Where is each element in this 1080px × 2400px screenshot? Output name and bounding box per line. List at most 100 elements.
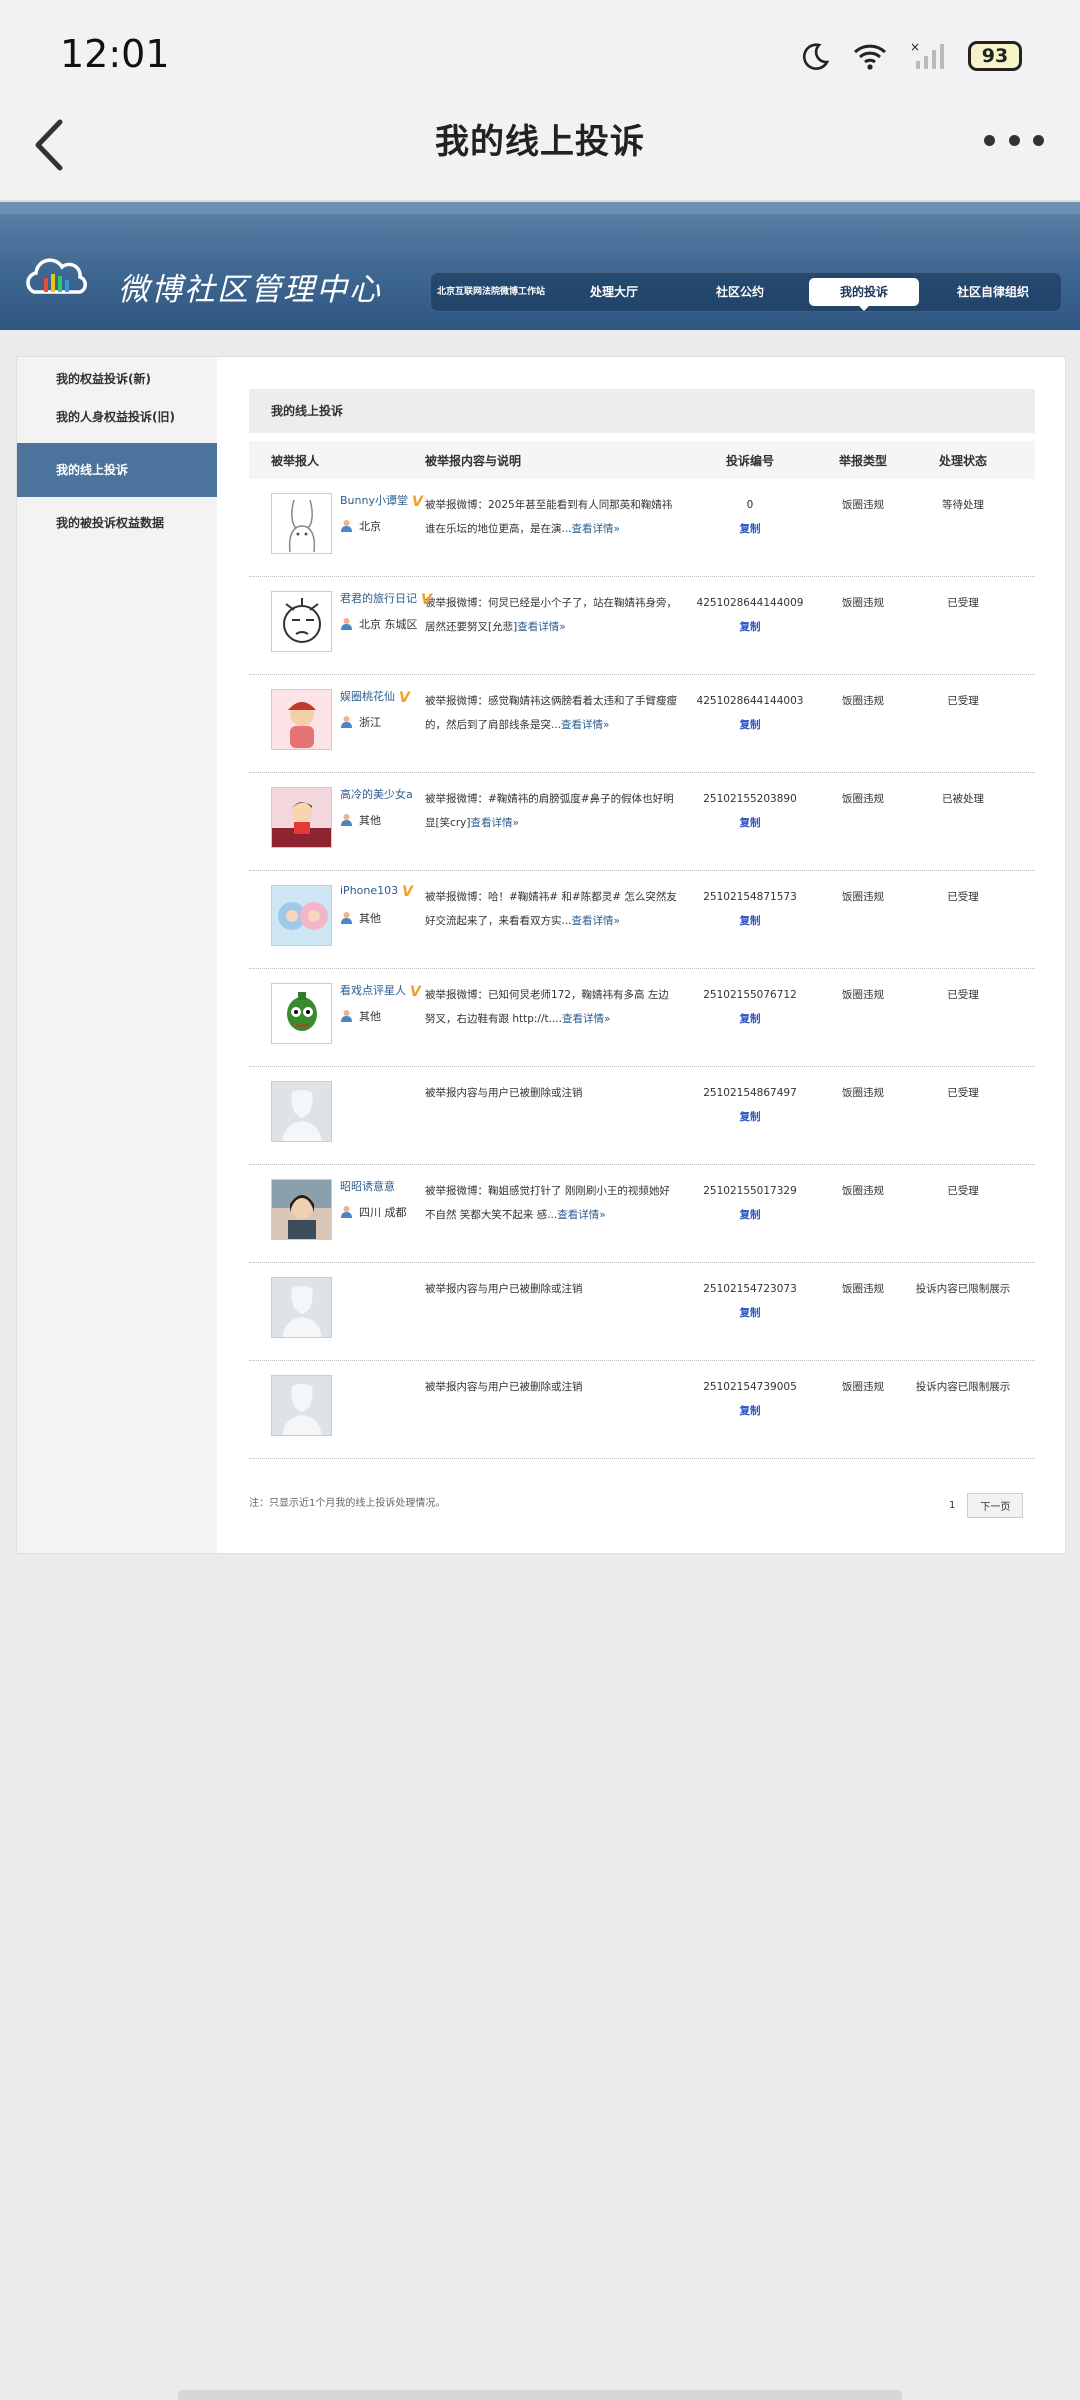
user-name-text[interactable]: 昭昭诱意意 [340, 1180, 395, 1193]
copy-button[interactable]: 复制 [687, 909, 813, 933]
nav-my-complaints[interactable]: 我的投诉 [809, 278, 919, 311]
avatar[interactable] [271, 1375, 332, 1436]
reported-user-name[interactable]: 看戏点评星人 V [340, 982, 421, 1000]
user-name-text[interactable]: Bunny小谭堂 [340, 494, 408, 507]
complaint-description: 被举报微博：#鞠婧祎的肩膀弧度#鼻子的假体也好明显[笑cry]查看详情» [425, 773, 687, 870]
view-details-link[interactable]: 查看详情» [572, 915, 620, 927]
column-header: 被举报人 [271, 453, 320, 468]
reported-user-name[interactable]: 昭昭诱意意 [340, 1178, 395, 1194]
home-indicator [178, 2390, 902, 2400]
sidebar-item-rights-complaints-new[interactable]: 我的权益投诉(新) [17, 360, 217, 398]
status-bar: 12:01 × 93 [0, 0, 1080, 100]
avatar[interactable] [271, 1179, 332, 1240]
nav-processing-hall[interactable]: 处理大厅 [551, 273, 677, 311]
avatar[interactable] [271, 493, 332, 554]
sidebar-item-personal-rights-old[interactable]: 我的人身权益投诉(旧) [17, 398, 217, 436]
complaint-description: 被举报微博：2025年甚至能看到有人同那英和鞠婧祎谁在乐坛的地位更高，是在演..… [425, 479, 687, 576]
complaint-id: 25102155017329 [703, 1185, 797, 1197]
avatar[interactable] [271, 1081, 332, 1142]
copy-button[interactable]: 复制 [687, 615, 813, 639]
verified-badge-icon: V [402, 884, 413, 900]
complaint-description: 被举报内容与用户已被删除或注销 [425, 1263, 687, 1360]
complaint-id-cell: 25102154867497 复制 [687, 1067, 813, 1164]
description-text: 被举报内容与用户已被删除或注销 [425, 1087, 583, 1099]
view-details-link[interactable]: 查看详情» [557, 1209, 605, 1221]
user-location: 浙江 [340, 714, 381, 730]
avatar[interactable] [271, 1277, 332, 1338]
avatar[interactable] [271, 787, 332, 848]
main-panel: 我的权益投诉(新) 我的人身权益投诉(旧) 我的线上投诉 我的被投诉权益数据 我… [16, 356, 1066, 1554]
reported-user-name[interactable]: 君君的旅行日记 V [340, 590, 432, 608]
view-details-link[interactable]: 查看详情» [562, 1013, 610, 1025]
view-details-link[interactable]: 查看详情» [561, 719, 609, 731]
copy-button[interactable]: 复制 [687, 713, 813, 737]
copy-button[interactable]: 复制 [687, 517, 813, 541]
user-name-text[interactable]: 看戏点评星人 [340, 984, 406, 997]
moon-icon [802, 43, 830, 70]
avatar[interactable] [271, 983, 332, 1044]
reported-user-name[interactable]: 高冷的美少女a [340, 786, 413, 802]
complaint-description: 被举报内容与用户已被删除或注销 [425, 1361, 687, 1458]
reported-user-name[interactable]: iPhone103 V [340, 884, 413, 900]
user-location: 北京 东城区 [340, 616, 418, 632]
copy-button[interactable]: 复制 [687, 811, 813, 835]
page-number[interactable]: 1 [949, 1500, 955, 1511]
status-text: 已受理 [947, 1185, 979, 1197]
reported-user [249, 1361, 425, 1458]
table-row: Bunny小谭堂 V 北京 被举报微博：2025年甚至能看到有人同那英和鞠婧祎谁在乐坛… [249, 479, 1035, 577]
complaint-id-cell: 0 复制 [687, 479, 813, 576]
complaint-id: 0 [746, 499, 754, 511]
reported-user-name[interactable]: Bunny小谭堂 V [340, 492, 423, 510]
copy-button[interactable]: 复制 [687, 1203, 813, 1227]
reported-user [249, 1067, 425, 1164]
wifi-icon [853, 44, 887, 70]
user-location: 其他 [340, 910, 381, 926]
view-details-link[interactable]: 查看详情» [471, 817, 519, 829]
report-type: 饭圈违规 [842, 597, 884, 609]
complaint-description: 被举报微博：哈！#鞠婧祎# 和#陈都灵# 怎么突然友好交流起来了，来看看双方实.… [425, 871, 687, 968]
user-name-text[interactable]: iPhone103 [340, 884, 398, 897]
location-text: 其他 [359, 814, 381, 827]
report-type: 饭圈违规 [842, 1087, 884, 1099]
user-name-text[interactable]: 君君的旅行日记 [340, 592, 417, 605]
user-name-text[interactable]: 高冷的美少女a [340, 788, 413, 801]
verified-badge-icon: V [421, 592, 432, 608]
status-text: 已受理 [947, 695, 979, 707]
avatar[interactable] [271, 885, 332, 946]
copy-button[interactable]: 复制 [687, 1301, 813, 1325]
reported-user: 高冷的美少女a 其他 [249, 773, 425, 870]
complaint-id-cell: 4251028644144003 复制 [687, 675, 813, 772]
avatar[interactable] [271, 689, 332, 750]
view-details-link[interactable]: 查看详情» [517, 621, 565, 633]
nav-beijing-court[interactable]: 北京互联网法院微博工作站 [431, 273, 551, 311]
signal-icon: × [910, 41, 944, 69]
table-row: 高冷的美少女a 其他 被举报微博：#鞠婧祎的肩膀弧度#鼻子的假体也好明显[笑cry]… [249, 773, 1035, 871]
verified-badge-icon: V [411, 494, 423, 510]
copy-button[interactable]: 复制 [687, 1399, 813, 1423]
complaint-id: 25102154723073 [703, 1283, 797, 1295]
reported-user-name[interactable]: 娱圈桃花仙 V [340, 688, 410, 706]
reported-user: 娱圈桃花仙 V 浙江 [249, 675, 425, 772]
status-text: 投诉内容已限制展示 [915, 1283, 1011, 1295]
nav-community-rules[interactable]: 社区公约 [677, 273, 803, 311]
description-text: 被举报微博：哈！#鞠婧祎# 和#陈都灵# 怎么突然友好交流起来了，来看看双方实.… [425, 891, 677, 927]
complaint-id-cell: 25102154871573 复制 [687, 871, 813, 968]
nav-self-regulation[interactable]: 社区自律组织 [925, 273, 1061, 311]
description-text: 被举报微博：鞠姐感觉打针了 刚刚刷小王的视频她好不自然 笑都大笑不起来 感... [425, 1185, 670, 1221]
sidebar-item-complained-rights-data[interactable]: 我的被投诉权益数据 [17, 504, 217, 542]
complaint-id-cell: 25102154723073 复制 [687, 1263, 813, 1360]
next-page-button[interactable]: 下一页 [967, 1493, 1024, 1518]
view-details-link[interactable]: 查看详情» [572, 523, 620, 535]
more-icon[interactable] [984, 130, 1044, 150]
person-icon [341, 520, 352, 532]
column-header: 举报类型 [838, 453, 887, 468]
table-row: 看戏点评星人 V 其他 被举报微博：已知何炅老师172，鞠婧祎有多高 左边努叉，右边鞋… [249, 969, 1035, 1067]
user-name-text[interactable]: 娱圈桃花仙 [340, 690, 395, 703]
verified-badge-icon: V [399, 690, 410, 706]
avatar[interactable] [271, 591, 332, 652]
copy-button[interactable]: 复制 [687, 1007, 813, 1031]
complaint-id: 2510215520389​0 [703, 793, 797, 805]
status-time: 12:01 [60, 32, 170, 76]
sidebar-item-my-online-complaints[interactable]: 我的线上投诉 [17, 443, 217, 497]
copy-button[interactable]: 复制 [687, 1105, 813, 1129]
